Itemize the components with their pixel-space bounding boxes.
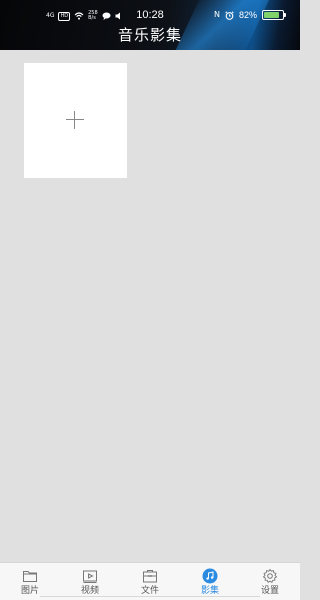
app-header: 4G HD 258 B/s 10:28 N 82% 音乐影集 bbox=[0, 0, 300, 50]
tab-videos[interactable]: 视频 bbox=[60, 563, 120, 600]
tab-files[interactable]: 文件 bbox=[120, 563, 180, 600]
status-right: N 82% bbox=[214, 10, 286, 20]
alarm-clock-icon bbox=[225, 10, 234, 20]
battery-icon bbox=[262, 10, 286, 20]
status-bar: 4G HD 258 B/s 10:28 N 82% bbox=[0, 9, 300, 25]
folder-icon bbox=[23, 571, 37, 582]
plus-icon bbox=[66, 111, 84, 129]
tab-albums[interactable]: 影集 bbox=[180, 563, 240, 600]
gear-icon bbox=[262, 568, 278, 583]
bottom-tab-bar: 图片 视频 文件 影集 设置 bbox=[0, 562, 300, 600]
tab-label-pictures: 图片 bbox=[20, 586, 39, 596]
video-icon bbox=[83, 570, 97, 583]
add-album-button[interactable] bbox=[24, 63, 127, 178]
tab-pictures[interactable]: 图片 bbox=[0, 563, 60, 600]
file-box-icon bbox=[143, 570, 157, 583]
tab-label-settings: 设置 bbox=[260, 586, 279, 596]
nfc-icon: N bbox=[214, 10, 220, 19]
page-title: 音乐影集 bbox=[117, 26, 182, 44]
home-indicator bbox=[40, 596, 260, 597]
battery-fill bbox=[264, 12, 279, 18]
battery-percent: 82% bbox=[238, 10, 257, 20]
music-note-icon bbox=[202, 568, 218, 584]
tab-settings[interactable]: 设置 bbox=[240, 563, 300, 600]
